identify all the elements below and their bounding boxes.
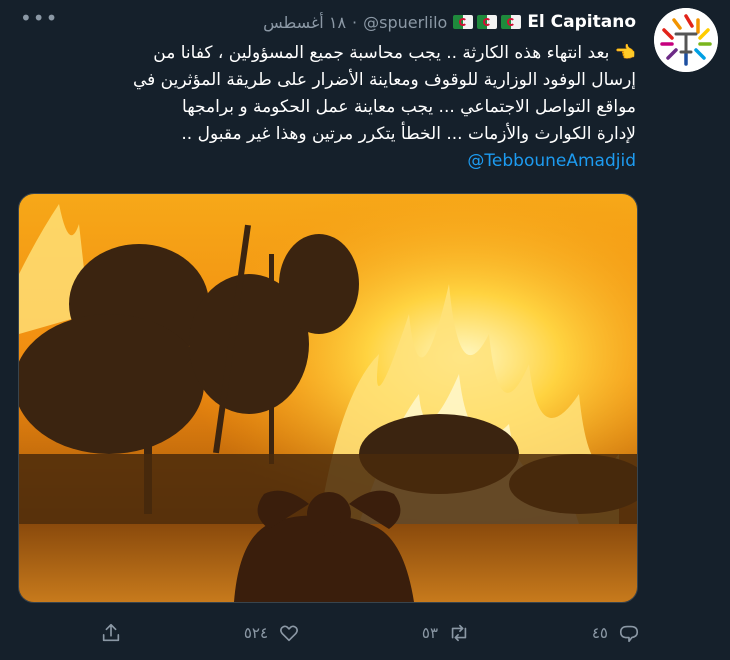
tweet-line-3: مواقع التواصل الاجتماعي ... يجب معاينة ع… [182,97,636,117]
reply-count: ٤٥ [591,624,608,642]
mention-link[interactable]: @TebbouneAmadjid [467,148,636,175]
header-separator: · [352,12,358,32]
tweet-header: El Capitano @spuerlilo · ١٨ أغسطس [263,10,636,34]
like-count: ٥٢٤ [243,624,269,642]
share-action[interactable] [100,622,122,644]
tweet-date[interactable]: ١٨ أغسطس [263,13,346,32]
heart-icon [280,625,298,642]
algeria-flag-icon [453,15,474,29]
tweet[interactable]: ••• El Capitano @spuerlilo · ١٨ أغسطس 👈 … [0,0,730,660]
tweet-actions: ٤٥ ٥٣ ٥٢٤ [100,618,640,648]
tweet-line-4: لإدارة الكوارث والأزمات ... الخطأ يتكرر … [181,124,636,144]
reply-action[interactable]: ٤٥ [592,622,640,644]
author-name[interactable]: El Capitano [527,12,636,32]
wildfire-photo-icon [19,194,637,602]
retweet-icon [451,624,467,642]
avatar-logo-icon [654,8,718,72]
more-options-icon[interactable]: ••• [20,8,57,32]
avatar[interactable] [654,8,718,72]
retweet-action[interactable]: ٥٣ [422,622,470,644]
tweet-text: 👈 بعد انتهاء هذه الكارثة .. يجب محاسبة ج… [76,40,636,175]
author-handle[interactable]: @spuerlilo [363,13,447,32]
flag-emoji-group [453,15,522,29]
algeria-flag-icon [477,15,498,29]
tweet-line-2: إرسال الوفود الوزارية للوقوف ومعاينة الأ… [132,70,636,90]
tweet-photo[interactable] [18,193,638,603]
retweet-count: ٥٣ [421,624,439,642]
algeria-flag-icon [501,15,522,29]
tweet-line-1: 👈 بعد انتهاء هذه الكارثة .. يجب محاسبة ج… [153,43,636,63]
reply-icon [619,625,639,643]
share-icon [102,623,120,642]
like-action[interactable]: ٥٢٤ [244,622,300,644]
